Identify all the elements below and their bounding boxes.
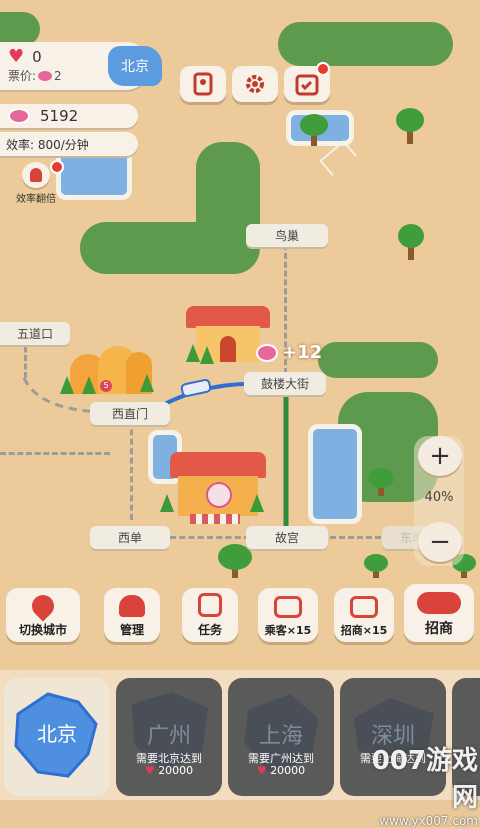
ticket-value: 2	[54, 68, 62, 83]
station-gugong[interactable]: 故宫	[246, 526, 328, 549]
city-name: 北京	[37, 722, 77, 746]
task-label: 任务	[197, 623, 222, 637]
zoom-in-button[interactable]: +	[418, 436, 462, 476]
book-icon	[193, 72, 213, 96]
tv-icon	[274, 596, 302, 618]
invest-button[interactable]: 招商	[404, 584, 474, 642]
tree	[364, 554, 388, 580]
tree	[398, 224, 424, 262]
switch-city-button[interactable]: 切换城市	[6, 588, 80, 642]
manage-button[interactable]: 管理	[104, 588, 160, 642]
notification-dot	[50, 160, 64, 174]
double-efficiency-label: 效率翻倍	[16, 194, 56, 205]
pine-tree	[160, 494, 174, 512]
tree	[300, 114, 328, 148]
city-card-beijing[interactable]: 北京	[4, 678, 110, 796]
notepad-icon	[198, 593, 222, 617]
unlock-cost-value: 20000	[270, 764, 306, 777]
unlock-cost: ♥ 20000	[116, 764, 222, 777]
pine-tree	[82, 376, 96, 394]
efficiency-panel: 效率: 800/分钟	[0, 132, 138, 156]
unlock-cost-value: 20000	[158, 764, 194, 777]
income-amount: +12	[282, 342, 323, 363]
invest-boost-label: 招商×15	[340, 624, 388, 637]
task-button[interactable]: 任务	[182, 588, 238, 642]
heart-icon: ♥	[256, 764, 267, 777]
station-gulou[interactable]: 鼓楼大街	[244, 372, 326, 395]
coins-count: 5192	[40, 107, 79, 125]
tree	[368, 468, 394, 498]
station-xizhimen[interactable]: 西直门	[90, 402, 170, 425]
pine-tree	[250, 494, 264, 512]
switch-city-label: 切换城市	[18, 623, 67, 637]
city-card-guangzhou[interactable]: 广州 需要北京达到 ♥ 20000	[116, 678, 222, 796]
zoom-out-button[interactable]: −	[418, 522, 462, 562]
heart-icon: ♥	[8, 46, 25, 67]
invest-boost-button[interactable]: 招商×15	[334, 588, 394, 642]
hearts-count: 0	[32, 47, 42, 66]
tree	[218, 544, 252, 580]
ticket-label: 票价:	[8, 69, 37, 83]
calendar-button[interactable]	[284, 62, 330, 102]
tree	[396, 108, 424, 146]
map-pin-icon	[27, 590, 59, 622]
coin-icon	[256, 343, 278, 362]
invest-label: 招商	[425, 621, 453, 637]
station-xidan[interactable]: 西单	[90, 526, 170, 549]
city-name: 上海	[258, 724, 303, 749]
tv-icon	[350, 596, 378, 618]
pine-tree	[140, 374, 154, 392]
manager-gear-icon	[119, 595, 145, 617]
zoom-level: 40%	[424, 490, 454, 505]
coins-panel: 5192	[0, 104, 138, 128]
city-badge[interactable]: 北京	[108, 46, 162, 86]
coin-marker: 5	[100, 380, 112, 392]
passenger-boost-button[interactable]: 乘客×15	[258, 588, 318, 642]
heart-icon: ♥	[144, 764, 155, 777]
calendar-icon	[295, 74, 319, 96]
unlock-cost: ♥ 20000	[228, 764, 334, 777]
pine-tree	[186, 344, 200, 362]
settings-button[interactable]	[232, 66, 278, 102]
city-name: 广州	[146, 724, 191, 749]
manage-label: 管理	[119, 623, 144, 637]
coin-icon	[38, 70, 53, 81]
station-niaochao[interactable]: 鸟巢	[246, 224, 328, 247]
watermark: 007游戏网 www.yx007.com	[348, 740, 478, 828]
double-efficiency-button[interactable]: 效率翻倍	[10, 160, 64, 205]
money-icon	[417, 592, 461, 614]
gear-icon	[246, 75, 264, 93]
watermark-url: www.yx007.com	[379, 814, 478, 828]
coin-icon	[8, 108, 30, 124]
passenger-boost-label: 乘客×15	[264, 624, 312, 637]
notification-dot	[316, 62, 330, 76]
rocket-badge	[30, 168, 42, 182]
passenger-book-button[interactable]	[180, 66, 226, 102]
city-card-shanghai[interactable]: 上海 需要广州达到 ♥ 20000	[228, 678, 334, 796]
station-wudaokou[interactable]: 五道口	[0, 322, 70, 345]
efficiency-text: 效率: 800/分钟	[6, 137, 89, 152]
watermark-text: 007游戏网	[371, 746, 478, 813]
pine-tree	[60, 376, 74, 394]
entrance-stripes	[190, 514, 240, 524]
income-popup: +12	[256, 342, 322, 363]
pine-tree	[200, 346, 214, 364]
